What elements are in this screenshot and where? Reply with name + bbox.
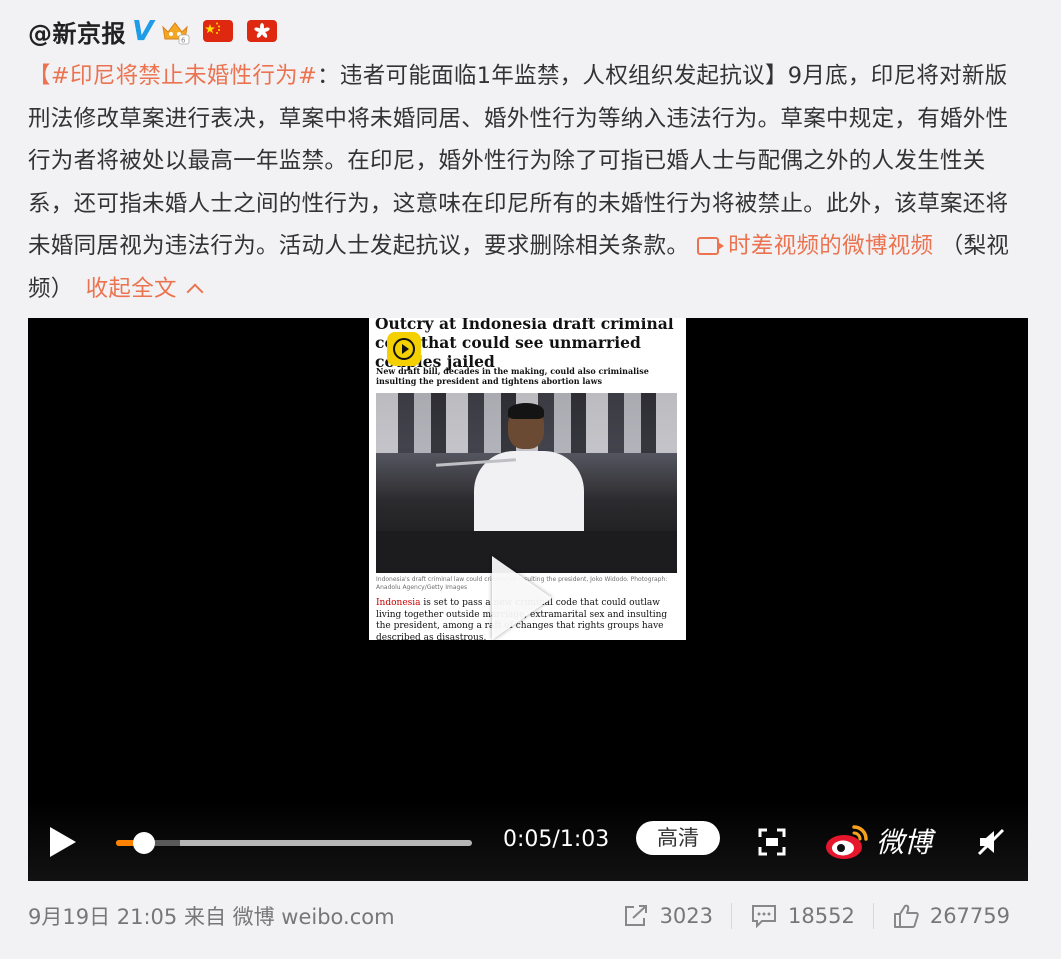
quality-button[interactable]: 高清 <box>636 821 720 855</box>
like-button[interactable]: 267759 <box>872 903 1028 929</box>
video-link-label: 时差视频的微博视频 <box>728 233 934 259</box>
big-play-icon[interactable] <box>492 556 552 640</box>
play-button[interactable] <box>50 827 76 857</box>
volume-muted-icon[interactable] <box>976 827 1006 857</box>
progress-bar[interactable] <box>116 832 472 854</box>
repost-count: 3023 <box>659 904 714 928</box>
body-text: 9月底，印尼将对新版刑法修改草案进行表决，草案中将未婚同居、婚外性行为等纳入违法… <box>28 63 1009 259</box>
collapse-full-text-button[interactable]: 收起全文 <box>85 275 204 302</box>
chevron-up-icon <box>186 283 204 300</box>
comment-button[interactable]: 18552 <box>731 903 873 929</box>
fullscreen-icon[interactable] <box>757 827 787 857</box>
hong-kong-flag-icon <box>240 17 278 45</box>
weibo-logo[interactable]: 微博 <box>824 819 942 863</box>
weibo-post-card: @新京报 V 6 【#印尼将禁止未婚性行为#：违者可能面临1年监禁，人权组织发起… <box>0 0 1061 959</box>
video-source-link[interactable]: 时差视频的微博视频 <box>696 233 934 259</box>
author-name[interactable]: @新京报 <box>28 14 126 49</box>
thumb-photo <box>376 393 677 573</box>
comment-icon <box>752 905 777 929</box>
post-header: @新京报 V 6 <box>28 12 278 50</box>
collapse-label: 收起全文 <box>85 275 177 302</box>
headline-text: ：违者可能面临1年监禁，人权组织发起抗议】 <box>317 63 788 89</box>
comment-count: 18552 <box>788 904 855 928</box>
like-count: 267759 <box>929 904 1010 928</box>
china-flag-icon <box>196 17 234 45</box>
topic-hashtag-link[interactable]: #印尼将禁止未婚性行为# <box>51 63 317 89</box>
repost-button[interactable]: 3023 <box>604 903 731 929</box>
post-footer: 9月19日 21:05 来自 微博 weibo.com 3023 18552 2… <box>28 899 1028 933</box>
bracket-open: 【 <box>28 63 51 89</box>
crown-icon[interactable]: 6 <box>160 17 190 45</box>
svg-text:6: 6 <box>181 37 186 45</box>
pear-video-logo-icon <box>387 332 421 366</box>
thumbs-up-icon <box>893 904 919 928</box>
weibo-eye-icon <box>826 825 868 859</box>
thumb-standfirst: New draft bill, decades in the making, c… <box>376 366 649 386</box>
weibo-brand-text: 微博 <box>876 826 933 859</box>
video-link-icon <box>696 237 724 255</box>
post-meta: 9月19日 21:05 来自 微博 weibo.com <box>28 905 395 929</box>
verified-v-icon[interactable]: V <box>132 17 154 45</box>
time-display: 0:05/1:03 <box>503 827 610 852</box>
video-player[interactable]: Outcry at Indonesia draft criminal code … <box>28 318 1028 881</box>
repost-icon <box>624 905 647 926</box>
progress-knob[interactable] <box>133 832 155 854</box>
video-controls: 0:05/1:03 高清 微博 <box>28 801 1028 881</box>
post-text: 【#印尼将禁止未婚性行为#：违者可能面临1年监禁，人权组织发起抗议】9月底，印尼… <box>28 55 1028 310</box>
